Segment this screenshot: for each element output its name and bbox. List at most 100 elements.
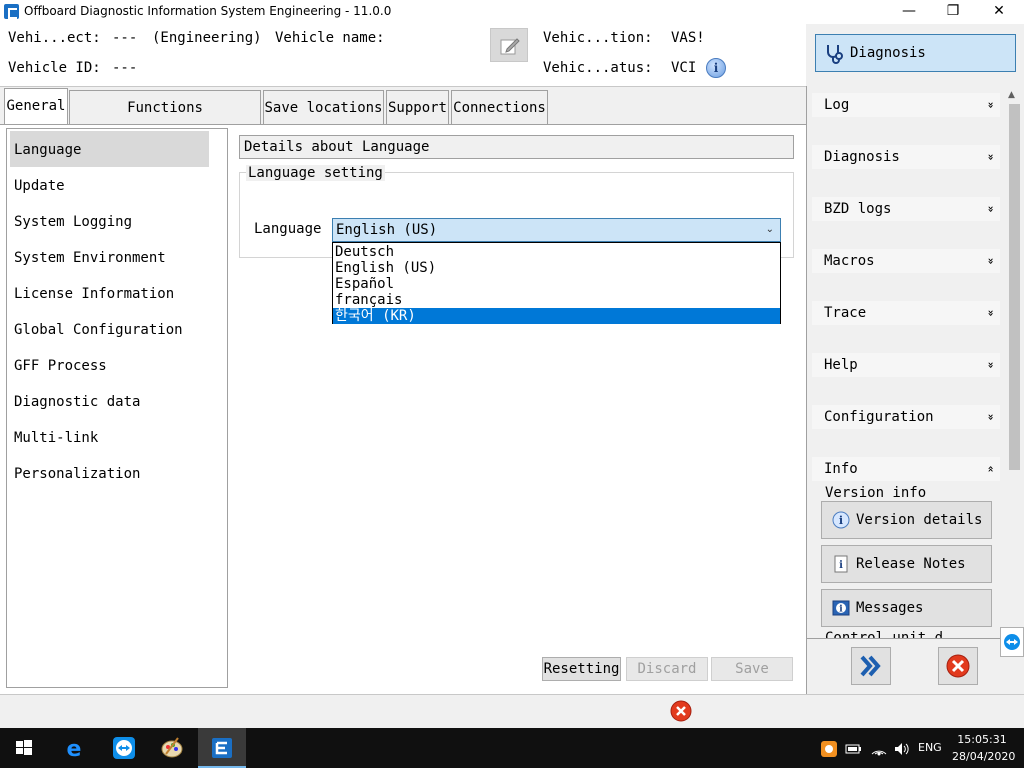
teamviewer-icon [113,737,135,759]
info-icon: i [832,511,850,529]
svg-text:i: i [839,560,843,571]
language-setting-title: Language setting [246,165,385,181]
nav-item-diagnostic-data[interactable]: Diagnostic data [14,384,140,420]
version-details-label: Version details [856,512,983,528]
sidebar-item-label: Trace [824,305,867,321]
vehicle-status-value: VCI [671,60,697,76]
nav-item-multi-link[interactable]: Multi-link [14,420,98,456]
sidebar-item-configuration[interactable]: Configuration » [812,405,1000,429]
cancel-button[interactable] [938,647,978,685]
tray-app-icon[interactable] [820,740,838,761]
taskbar-teamviewer[interactable] [100,728,148,768]
taskbar-edge[interactable]: e [50,728,98,768]
windows-logo-icon [16,740,32,755]
sidebar-divider [806,638,1006,639]
taskbar-odis-active[interactable] [198,728,246,768]
expand-chevron-icon: » [984,413,998,421]
tab-functions-configuration[interactable]: Functions configuration [69,90,261,150]
info-icon[interactable]: i [706,58,726,78]
message-icon: i [832,600,850,616]
tab-save-locations[interactable]: Save locations [263,90,384,126]
battery-icon[interactable] [845,740,863,761]
vehicle-name-label: Vehicle name: [275,30,385,46]
maximize-button[interactable]: ❐ [930,0,976,24]
language-option-english-us[interactable]: English (US) [333,260,780,276]
control-unit-item-partial: Control unit d... [825,630,969,638]
nav-item-language[interactable]: Language [14,132,81,168]
nav-item-personalization[interactable]: Personalization [14,456,140,492]
sidebar-item-label: Log [824,97,850,113]
expand-chevron-icon: » [984,309,998,317]
network-icon[interactable] [870,740,888,761]
mode-label: (Engineering) [152,30,262,46]
nav-item-global-configuration[interactable]: Global Configuration [14,312,183,348]
scroll-up-arrow-icon[interactable]: ▲ [1008,90,1015,100]
discard-button[interactable]: Discard [626,657,708,681]
edit-vehicle-button[interactable] [490,28,528,62]
sidebar-item-bzd-logs[interactable]: BZD logs » [812,197,1000,221]
sidebar-item-label: Help [824,357,858,373]
app-icon [4,4,19,19]
diagnosis-button[interactable]: Diagnosis [815,34,1016,72]
input-language-indicator[interactable]: ENG [918,741,942,754]
save-button[interactable]: Save [711,657,793,681]
sidebar-item-help[interactable]: Help » [812,353,1000,377]
language-select-value: English (US) [336,222,438,238]
volume-icon[interactable] [893,740,911,761]
minimize-button[interactable]: — [886,0,932,24]
tab-connections[interactable]: Connections [451,90,548,126]
language-option-deutsch[interactable]: Deutsch [333,244,780,260]
sidebar-item-label: Configuration [824,409,934,425]
messages-label: Messages [856,600,924,616]
vehicle-project-value: --- [112,30,138,46]
tab-support[interactable]: Support [386,90,449,126]
sidebar-item-trace[interactable]: Trace » [812,301,1000,325]
document-info-icon: i [834,555,848,573]
sidebar-scroll-thumb[interactable] [1009,104,1020,470]
expand-chevron-icon: » [984,153,998,161]
clock-time[interactable]: 15:05:31 [952,733,1012,746]
expand-chevron-icon: » [984,101,998,109]
paint-palette-icon [161,737,183,758]
resetting-button[interactable]: Resetting [542,657,621,681]
close-button[interactable]: ✕ [976,0,1022,24]
error-status-icon[interactable] [670,700,692,726]
cancel-icon [946,654,970,678]
nav-item-system-environment[interactable]: System Environment [14,240,166,276]
clock-date[interactable]: 28/04/2020 [952,750,1015,763]
language-select[interactable]: English (US) ⌄ [332,218,781,242]
language-option-korean[interactable]: 한국어 (KR) [333,308,780,324]
details-header: Details about Language [239,135,794,159]
version-details-button[interactable]: i Version details [821,501,992,539]
teamviewer-side-tab[interactable] [1000,627,1024,657]
language-option-espanol[interactable]: Español [333,276,780,292]
window-title: Offboard Diagnostic Information System E… [24,4,392,18]
messages-button[interactable]: i Messages [821,589,992,627]
sidebar-item-label: BZD logs [824,201,892,217]
tab-general[interactable]: General [4,88,68,126]
vehicle-status-label: Vehic...atus: [543,60,653,76]
svg-text:e: e [67,737,82,762]
sidebar-item-info[interactable]: Info « [812,457,1000,481]
nav-item-gff-process[interactable]: GFF Process [14,348,107,384]
language-option-francais[interactable]: français [333,292,780,308]
sidebar-item-macros[interactable]: Macros » [812,249,1000,273]
expand-chevron-icon: » [984,257,998,265]
start-button[interactable] [0,728,48,768]
vehicle-connection-label: Vehic...tion: [543,30,653,46]
odis-app-icon [212,738,232,758]
teamviewer-icon [1004,634,1020,650]
expand-chevron-icon: » [984,205,998,213]
nav-item-update[interactable]: Update [14,168,65,204]
forward-button[interactable] [851,647,891,685]
release-notes-button[interactable]: i Release Notes [821,545,992,583]
nav-item-system-logging[interactable]: System Logging [14,204,132,240]
sidebar-item-label: Macros [824,253,875,269]
taskbar-paint[interactable] [148,728,196,768]
nav-item-license-information[interactable]: License Information [14,276,174,312]
edge-browser-icon: e [67,737,82,762]
svg-text:i: i [839,605,843,615]
sidebar-item-diagnosis[interactable]: Diagnosis » [812,145,1000,169]
chevron-down-icon: ⌄ [765,224,774,235]
sidebar-item-log[interactable]: Log » [812,93,1000,117]
